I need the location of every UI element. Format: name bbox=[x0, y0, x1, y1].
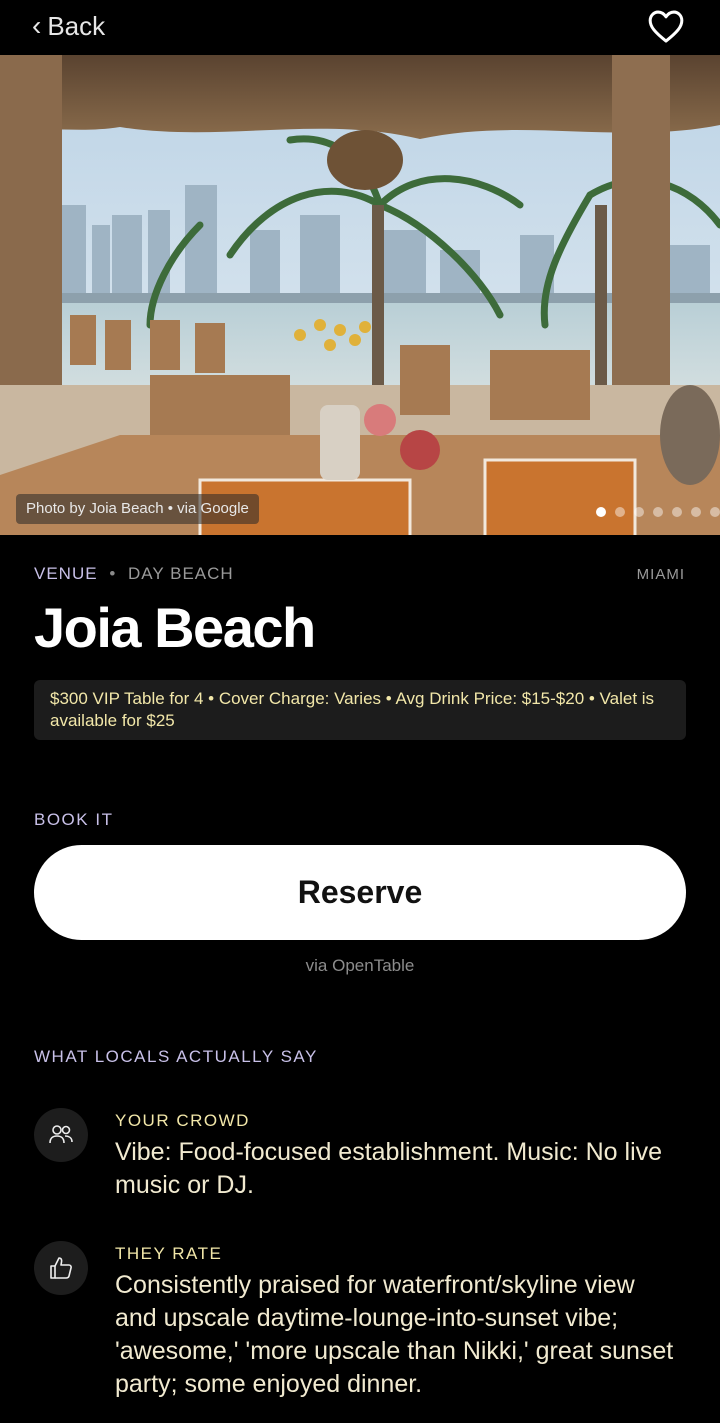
thumbs-up-icon bbox=[50, 1257, 72, 1279]
photo-credit: Photo by Joia Beach • via Google bbox=[16, 494, 259, 524]
venue-city: MIAMI bbox=[636, 566, 685, 583]
review-heading-crowd: YOUR CROWD bbox=[115, 1111, 250, 1130]
heart-icon[interactable] bbox=[647, 8, 685, 44]
venue-type: VENUE bbox=[34, 564, 98, 583]
booking-provider: via OpenTable bbox=[305, 956, 415, 975]
carousel-dot[interactable] bbox=[615, 507, 625, 517]
chevron-left-icon: ‹ bbox=[32, 10, 42, 41]
meta-separator: • bbox=[109, 564, 117, 583]
review-text-rate: Consistently praised for waterfront/skyl… bbox=[115, 1271, 674, 1398]
venue-meta: VENUE • DAY BEACH bbox=[34, 564, 234, 584]
carousel-dot[interactable] bbox=[596, 507, 606, 517]
hero-photo[interactable] bbox=[0, 55, 720, 535]
review-text-crowd: Vibe: Food-focused establishment. Music:… bbox=[115, 1138, 663, 1199]
people-icon bbox=[49, 1125, 73, 1144]
crowd-icon-badge bbox=[34, 1108, 88, 1162]
venue-photo-illustration bbox=[0, 55, 720, 535]
carousel-dot[interactable] bbox=[653, 507, 663, 517]
back-label: Back bbox=[47, 11, 106, 41]
carousel-dot[interactable] bbox=[691, 507, 701, 517]
carousel-dot[interactable] bbox=[672, 507, 682, 517]
venue-name: Joia Beach bbox=[34, 596, 316, 659]
back-button[interactable]: ‹ Back bbox=[32, 10, 105, 42]
book-it-label: BOOK IT bbox=[34, 810, 114, 829]
venue-info-box: $300 VIP Table for 4 • Cover Charge: Var… bbox=[34, 680, 686, 740]
venue-info-text: $300 VIP Table for 4 • Cover Charge: Var… bbox=[50, 689, 655, 730]
carousel-dot[interactable] bbox=[634, 507, 644, 517]
reviews-section-label: WHAT LOCALS ACTUALLY SAY bbox=[34, 1047, 318, 1066]
reserve-button[interactable]: Reserve bbox=[34, 845, 686, 940]
top-bar: ‹ Back bbox=[0, 0, 720, 55]
carousel-dots[interactable] bbox=[596, 507, 720, 517]
carousel-dot[interactable] bbox=[710, 507, 720, 517]
review-heading-rate: THEY RATE bbox=[115, 1244, 223, 1263]
rating-icon-badge bbox=[34, 1241, 88, 1295]
venue-category: DAY BEACH bbox=[128, 564, 234, 583]
